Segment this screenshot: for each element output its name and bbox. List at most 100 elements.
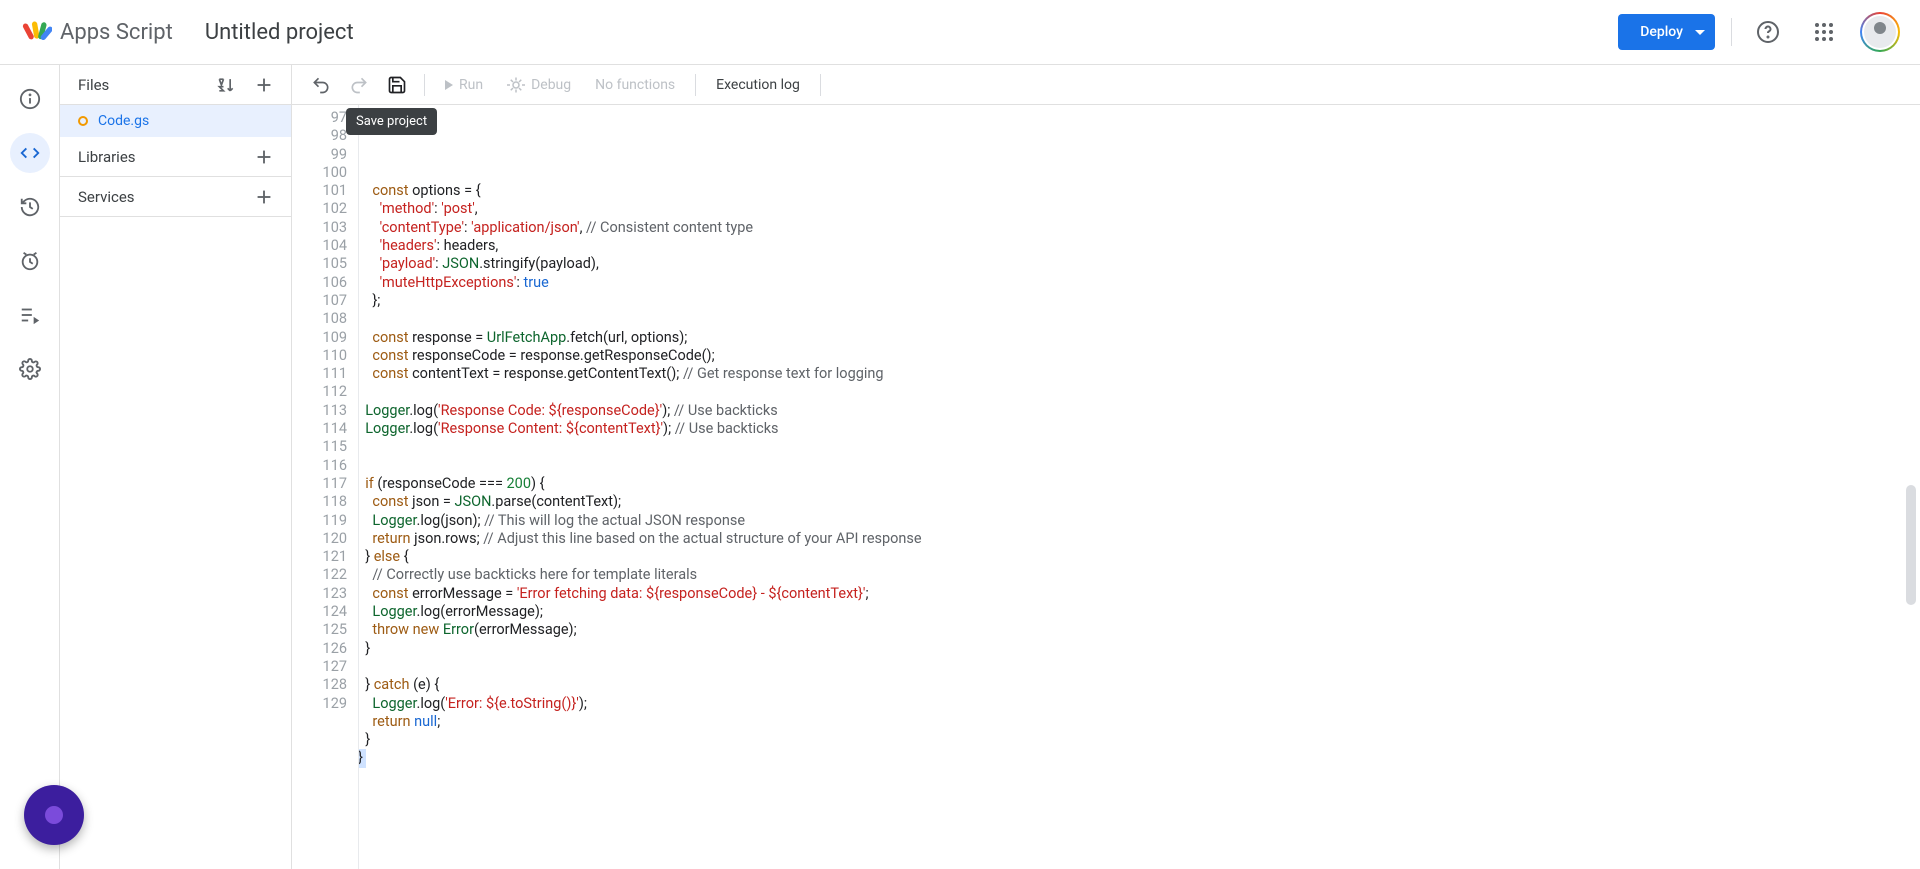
line-number: 112 (292, 383, 347, 401)
unsaved-dot-icon (78, 116, 88, 126)
redo-button[interactable] (342, 68, 376, 102)
add-library-button[interactable] (247, 140, 281, 174)
history-icon (19, 196, 41, 218)
code-line[interactable]: } catch (e) { (358, 676, 1920, 694)
code-line[interactable]: // Correctly use backticks here for temp… (358, 566, 1920, 584)
code-line[interactable]: const errorMessage = 'Error fetching dat… (358, 585, 1920, 603)
libraries-row[interactable]: Libraries (60, 137, 291, 177)
code-line[interactable]: if (responseCode === 200) { (358, 475, 1920, 493)
code-line[interactable]: return null; (358, 713, 1920, 731)
gear-icon (19, 358, 41, 380)
line-number: 127 (292, 658, 347, 676)
code-line[interactable] (358, 164, 1920, 182)
help-button[interactable] (1748, 12, 1788, 52)
code-line[interactable]: 'muteHttpExceptions': true (358, 274, 1920, 292)
save-button[interactable] (380, 68, 414, 102)
code-line[interactable]: Logger.log(json); // This will log the a… (358, 512, 1920, 530)
undo-button[interactable] (304, 68, 338, 102)
libraries-label: Libraries (78, 148, 136, 166)
rail-overview[interactable] (10, 79, 50, 119)
record-fab[interactable] (24, 785, 84, 845)
main-area: Run Debug No functions Execution log 979… (292, 65, 1920, 869)
add-service-button[interactable] (247, 180, 281, 214)
code-line[interactable]: Logger.log(errorMessage); (358, 603, 1920, 621)
code-line[interactable]: } (358, 731, 1920, 749)
apps-button[interactable] (1804, 12, 1844, 52)
line-number: 98 (292, 127, 347, 145)
code-line[interactable]: const contentText = response.getContentT… (358, 365, 1920, 383)
code-line[interactable] (358, 457, 1920, 475)
rail-triggers[interactable] (10, 187, 50, 227)
run-button[interactable]: Run (435, 77, 493, 93)
rail-settings[interactable] (10, 349, 50, 389)
debug-button[interactable]: Debug (497, 76, 581, 94)
save-icon (387, 75, 407, 95)
code-line[interactable]: 'payload': JSON.stringify(payload), (358, 255, 1920, 273)
vertical-scrollbar[interactable] (1904, 105, 1918, 869)
line-number: 101 (292, 182, 347, 200)
execution-log-label: Execution log (716, 77, 800, 93)
code-line[interactable]: const responseCode = response.getRespons… (358, 347, 1920, 365)
divider (424, 74, 425, 96)
debug-label: Debug (531, 77, 571, 93)
code-line[interactable]: const response = UrlFetchApp.fetch(url, … (358, 329, 1920, 347)
code-line[interactable]: const options = { (358, 182, 1920, 200)
rail-editor[interactable] (10, 133, 50, 173)
rail-alarms[interactable] (10, 241, 50, 281)
code-line[interactable] (358, 383, 1920, 401)
code-line[interactable]: 'method': 'post', (358, 200, 1920, 218)
rail-executions[interactable] (10, 295, 50, 335)
add-file-button[interactable] (247, 68, 281, 102)
code-line[interactable]: const json = JSON.parse(contentText); (358, 493, 1920, 511)
debug-icon (507, 76, 525, 94)
left-rail (0, 65, 60, 869)
line-number: 122 (292, 566, 347, 584)
code-line[interactable]: return json.rows; // Adjust this line ba… (358, 530, 1920, 548)
code-line[interactable]: } (358, 749, 1920, 767)
account-avatar[interactable] (1860, 12, 1900, 52)
code-line[interactable] (358, 438, 1920, 456)
deploy-label: Deploy (1640, 24, 1683, 40)
indent-guide (358, 105, 359, 869)
line-number: 118 (292, 493, 347, 511)
scrollbar-thumb[interactable] (1906, 485, 1916, 605)
line-number: 128 (292, 676, 347, 694)
line-number: 106 (292, 274, 347, 292)
line-number: 115 (292, 438, 347, 456)
code-line[interactable]: 'headers': headers, (358, 237, 1920, 255)
services-row[interactable]: Services (60, 177, 291, 217)
divider (695, 74, 696, 96)
file-name: Code.gs (98, 113, 149, 129)
execution-log-button[interactable]: Execution log (706, 77, 810, 93)
editor-toolbar: Run Debug No functions Execution log (292, 65, 1920, 105)
code-line[interactable] (358, 658, 1920, 676)
code-line[interactable]: } (358, 640, 1920, 658)
undo-icon (311, 75, 331, 95)
code-line[interactable] (358, 310, 1920, 328)
line-number: 124 (292, 603, 347, 621)
play-icon (445, 80, 453, 90)
function-selector[interactable]: No functions (585, 77, 685, 93)
files-label: Files (78, 76, 109, 94)
clock-icon (19, 250, 41, 272)
file-item-code-gs[interactable]: Code.gs (60, 105, 291, 137)
plus-icon (253, 146, 275, 168)
code-editor[interactable]: 9798991001011021031041051061071081091101… (292, 105, 1920, 869)
app-body: Files Code.gs Libraries Services (0, 65, 1920, 869)
line-number: 123 (292, 585, 347, 603)
project-title[interactable]: Untitled project (205, 20, 354, 45)
line-number: 104 (292, 237, 347, 255)
code-content[interactable]: const options = { 'method': 'post', 'con… (358, 105, 1920, 869)
deploy-button[interactable]: Deploy (1618, 14, 1715, 50)
code-line[interactable]: Logger.log('Response Content: ${contentT… (358, 420, 1920, 438)
sort-az-icon (216, 75, 236, 95)
code-line[interactable]: throw new Error(errorMessage); (358, 621, 1920, 639)
code-line[interactable]: } else { (358, 548, 1920, 566)
logo-wrap[interactable]: Apps Script (20, 16, 173, 48)
code-line[interactable]: 'contentType': 'application/json', // Co… (358, 219, 1920, 237)
sort-files-button[interactable] (209, 68, 243, 102)
code-line[interactable]: }; (358, 292, 1920, 310)
code-line[interactable]: Logger.log('Response Code: ${responseCod… (358, 402, 1920, 420)
code-line[interactable]: Logger.log('Error: ${e.toString()}'); (358, 695, 1920, 713)
services-label: Services (78, 188, 135, 206)
